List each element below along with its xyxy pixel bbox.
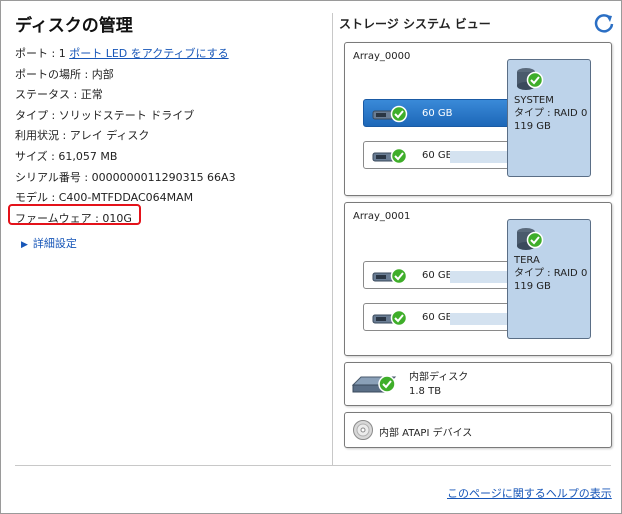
disk-size: 60 GB xyxy=(422,312,453,323)
array-disk[interactable]: 60 GB xyxy=(363,303,512,331)
vertical-divider xyxy=(332,13,333,465)
optical-disc-icon xyxy=(353,420,373,440)
disk-details-section: ディスクの管理 ポート : 1 ポート LED をアクティブにする ポートの場所… xyxy=(8,11,325,251)
atapi-device-name: 内部 ATAPI デバイス xyxy=(379,428,473,439)
disk-management-panel: ディスクの管理 ポート : 1 ポート LED をアクティブにする ポートの場所… xyxy=(0,0,622,514)
internal-disk-text: 内部ディスク 1.8 TB xyxy=(409,371,468,399)
advanced-settings-toggle[interactable]: ▶ 詳細設定 xyxy=(21,235,325,251)
ssd-check-icon xyxy=(372,267,408,285)
serial-row: シリアル番号 : 0000000011290315 66A3 xyxy=(15,170,236,184)
internal-disk-size: 1.8 TB xyxy=(409,386,442,397)
advanced-settings-label: 詳細設定 xyxy=(32,237,77,251)
size-row: サイズ : 61,057 MB xyxy=(15,149,118,163)
volume-name: TERA xyxy=(514,255,540,266)
help-link[interactable]: このページに関するヘルプの表示 xyxy=(447,485,612,501)
internal-disk-item[interactable]: 内部ディスク 1.8 TB xyxy=(344,362,612,406)
disk-size: 60 GB xyxy=(422,270,453,281)
type-row: タイプ : ソリッドステート ドライブ xyxy=(15,108,195,122)
array-disk[interactable]: 60 GB xyxy=(363,141,512,169)
array-0000-panel[interactable]: Array_0000 60 GB 60 GB SYSTEM タイプ: RAID… xyxy=(344,42,612,196)
ssd-check-icon xyxy=(372,105,408,123)
port-location: ポートの場所 : 内部 xyxy=(15,67,114,81)
atapi-device-item[interactable]: 内部 ATAPI デバイス xyxy=(344,412,612,448)
firmware-highlight-box xyxy=(8,204,141,225)
expand-triangle-icon: ▶ xyxy=(21,240,28,251)
volume-size: 119 GB xyxy=(514,121,551,132)
volume-system[interactable]: SYSTEM タイプ : RAID 0 119 GB xyxy=(507,59,591,177)
disk-bar xyxy=(450,313,512,325)
disk-size: 60 GB xyxy=(422,108,453,119)
internal-disk-name: 内部ディスク xyxy=(409,372,469,383)
ssd-check-icon xyxy=(372,147,408,165)
disk-bar xyxy=(450,151,512,163)
status-row: ステータス : 正常 xyxy=(15,88,103,102)
storage-view-title: ストレージ システム ビュー xyxy=(339,17,491,31)
port-label: ポート : 1 xyxy=(15,47,66,60)
disk-size: 60 GB xyxy=(422,150,453,161)
ssd-check-icon xyxy=(372,309,408,327)
array-disk[interactable]: 60 GB xyxy=(363,261,512,289)
array-disk-selected[interactable]: 60 GB xyxy=(363,99,513,127)
activate-port-led-link[interactable]: ポート LED をアクティブにする xyxy=(69,47,228,60)
refresh-icon[interactable] xyxy=(593,12,615,34)
array-0001-panel[interactable]: Array_0001 60 GB 60 GB TERA タイプ: RAID 0… xyxy=(344,202,612,356)
volume-size: 119 GB xyxy=(514,281,551,292)
usage-row: 利用状況 : アレイ ディスク xyxy=(15,129,150,143)
volume-check-icon xyxy=(517,68,544,90)
volume-tera[interactable]: TERA タイプ : RAID 0 119 GB xyxy=(507,219,591,339)
page-title: ディスクの管理 xyxy=(15,16,133,36)
volume-name: SYSTEM xyxy=(514,95,554,106)
volume-type: タイプ : RAID 0 xyxy=(514,108,588,119)
disk-bar xyxy=(450,271,512,283)
array-name: Array_0001 xyxy=(353,211,411,222)
volume-check-icon xyxy=(517,228,544,250)
array-name: Array_0000 xyxy=(353,51,411,62)
volume-type: タイプ : RAID 0 xyxy=(514,268,588,279)
footer-divider xyxy=(15,465,611,466)
hdd-check-icon xyxy=(351,375,397,393)
port-row: ポート : 1 ポート LED をアクティブにする xyxy=(15,44,325,65)
